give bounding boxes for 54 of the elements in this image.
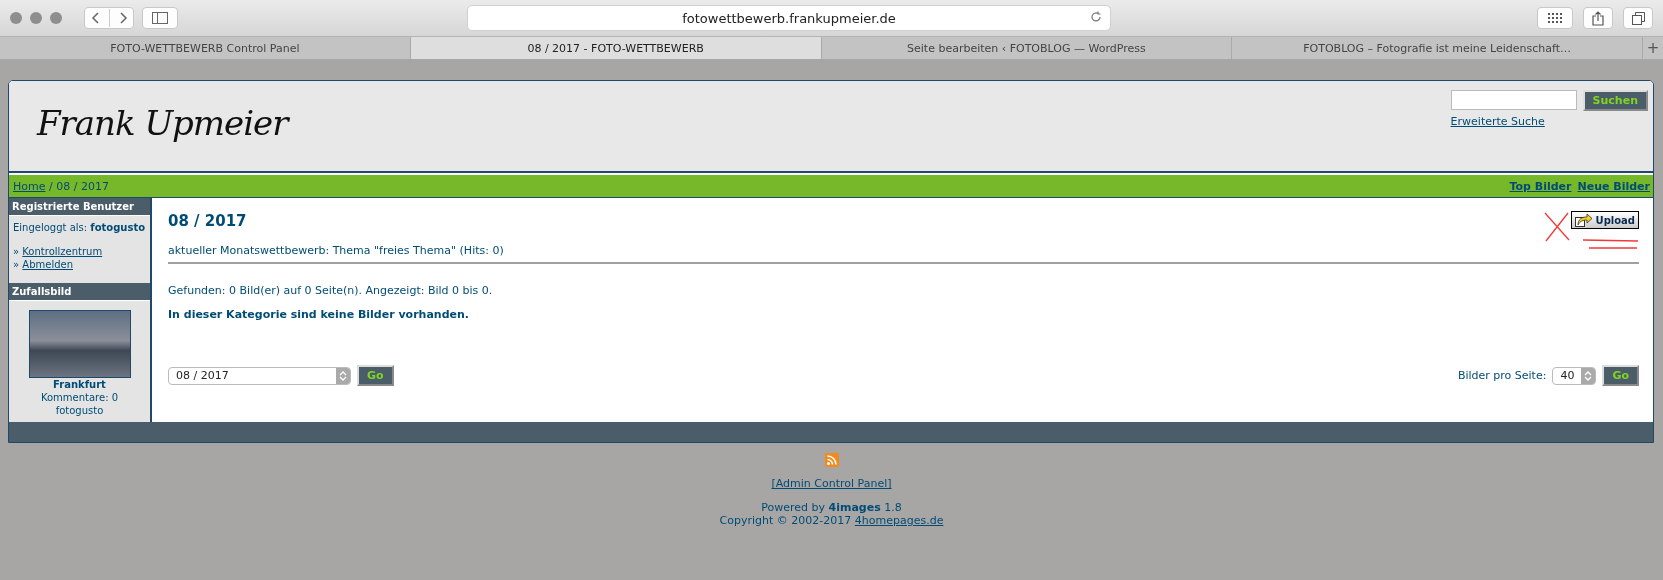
stepper-icon — [336, 367, 350, 384]
category-description: aktueller Monatswettbewerb: Thema "freies Thema" (Hits: 0) — [168, 244, 1639, 264]
admin-panel-link[interactable]: [Admin Control Panel] — [771, 477, 892, 490]
sidebar-link[interactable]: Abmelden — [22, 259, 73, 270]
upload-button[interactable]: Upload — [1570, 211, 1639, 229]
image-author: fotogusto — [55, 404, 104, 417]
zoom-window-icon[interactable] — [50, 12, 62, 24]
per-page-select[interactable]: 40 — [1552, 366, 1597, 385]
browser-tab[interactable]: FOTO-WETTBEWERB Control Panel — [0, 37, 411, 59]
go-button[interactable]: Go — [357, 365, 394, 386]
nav-link[interactable]: Top Bilder — [1509, 179, 1572, 193]
comments-count: Kommentare: 0 — [40, 391, 119, 404]
copyright-text: Copyright © 2002-2017 — [719, 514, 852, 527]
per-page-label: Bilder pro Seite: — [1457, 369, 1547, 382]
home-link[interactable]: Home — [13, 179, 46, 193]
new-tab-button[interactable]: + — [1643, 37, 1663, 59]
browser-tab[interactable]: FOTOBLOG – Fotografie ist meine Leidenschaft… — [1232, 37, 1643, 59]
browser-tab[interactable]: Seite bearbeiten ‹ FOTOBLOG — WordPress — [821, 37, 1233, 59]
grid-icon[interactable] — [1548, 13, 1562, 23]
image-title: Frankfurt — [53, 378, 106, 391]
rss-icon[interactable] — [824, 453, 839, 467]
stepper-icon — [1581, 367, 1596, 384]
minimize-window-icon[interactable] — [30, 12, 42, 24]
reload-icon[interactable] — [1090, 11, 1102, 23]
bullet-mark: » — [13, 259, 20, 270]
login-text: Eingeloggt als: fotogusto — [13, 221, 146, 234]
search-field[interactable] — [1450, 90, 1577, 110]
cross-mark — [1543, 212, 1571, 242]
empty-message: In dieser Kategorie sind keine Bilder vorhanden. — [168, 308, 471, 321]
breadcrumb-text: / 08 / 2017 — [49, 179, 109, 193]
back-icon[interactable] — [90, 12, 101, 24]
sidebar-heading: Registrierte Benutzer — [9, 198, 150, 216]
go-button[interactable]: Go — [1602, 365, 1639, 386]
category-select[interactable]: 08 / 2017 — [168, 366, 351, 385]
sidebar-heading: Zufallsbild — [9, 283, 150, 301]
logo[interactable]: Frank Upmeier — [9, 81, 288, 143]
underline-mark — [1581, 238, 1639, 250]
nav-link[interactable]: Neue Bilder — [1577, 179, 1650, 193]
page-title: 08 / 2017 — [168, 212, 247, 230]
sidebar-link[interactable]: Kontrollzentrum — [22, 246, 103, 257]
result-count: Gefunden: 0 Bild(er) auf 0 Seite(n). Angezeigt: Bild 0 bis 0. — [168, 284, 494, 297]
sidebar-icon[interactable] — [152, 12, 168, 24]
tabs-icon[interactable] — [1631, 11, 1645, 25]
forward-icon[interactable] — [117, 12, 128, 24]
search-button[interactable]: Suchen — [1582, 90, 1648, 111]
close-window-icon[interactable] — [10, 12, 22, 24]
photo-placeholder[interactable] — [28, 310, 131, 378]
powered-by-text: Powered by 4images 1.8 — [761, 501, 902, 514]
arrow-icon — [1574, 213, 1593, 227]
share-icon[interactable] — [1592, 10, 1604, 26]
advanced-search-link[interactable]: Erweiterte Suche — [1450, 115, 1648, 128]
homepage-link[interactable]: 4homepages.de — [854, 514, 944, 527]
browser-tab[interactable]: 08 / 2017 - FOTO-WETTBEWERB — [410, 37, 822, 59]
bullet-mark: » — [13, 246, 20, 257]
